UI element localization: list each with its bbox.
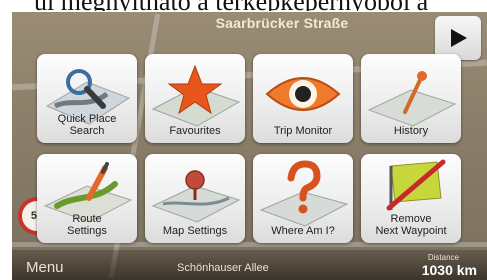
tile-history[interactable]: History (361, 54, 461, 143)
tile-quick-place-search[interactable]: Quick Place Search (37, 54, 137, 143)
tile-route-settings[interactable]: Route Settings (37, 154, 137, 243)
current-street-name: Saarbrücker Straße (215, 15, 349, 31)
bottom-status-bar: Menu Schönhauser Allee Distance 1030 km (12, 250, 487, 280)
next-street-name: Schönhauser Allee (177, 262, 269, 274)
tile-where-am-i[interactable]: Where Am I? (253, 154, 353, 243)
tile-label: Where Am I? (271, 225, 335, 237)
navigation-device-screen: Saarbrücker Straße 50 Quick PlaceSearch … (12, 12, 487, 280)
tile-label: Trip Monitor (273, 125, 333, 137)
tile-label: Route Settings (67, 213, 107, 237)
play-right-icon (451, 29, 467, 47)
page-caption: ül megnyitható a térképképernyőből a (0, 0, 487, 11)
tile-trip-monitor[interactable]: Trip Monitor (253, 54, 353, 143)
tile-label: Map Settings (162, 225, 228, 237)
tile-map-settings[interactable]: Map Settings (145, 154, 245, 243)
tile-favourites[interactable]: Favourites (145, 54, 245, 143)
tile-label: Remove Next Waypoint (375, 213, 447, 237)
tile-remove-next-waypoint[interactable]: Remove Next Waypoint (361, 154, 461, 243)
distance-value: 1030 km (421, 262, 477, 278)
tile-label: Favourites (169, 125, 221, 137)
screen: ül megnyitható a térképképernyőből a Saa… (0, 0, 487, 280)
distance-caption: Distance (427, 253, 459, 262)
tile-label: History (393, 125, 429, 137)
tile-label: Quick Place Search (57, 113, 117, 137)
menu-button[interactable]: Menu (26, 259, 64, 276)
